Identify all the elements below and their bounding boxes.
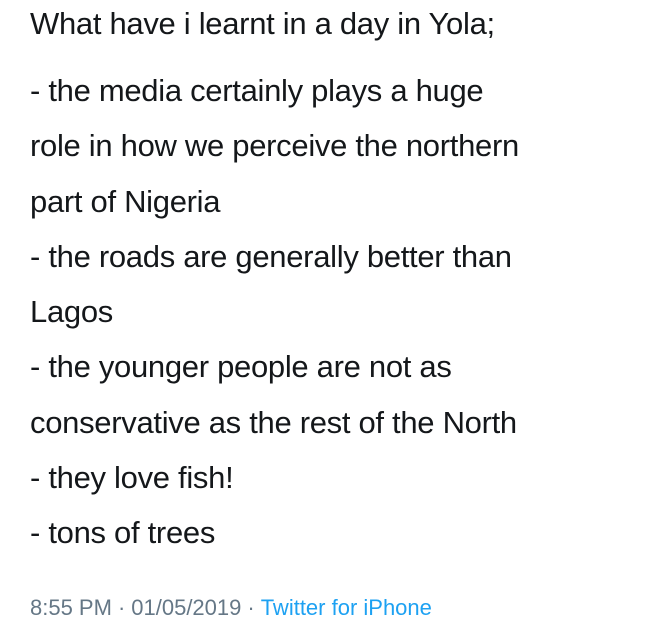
tweet-line: - they love fish! xyxy=(30,460,234,496)
tweet-heading: What have i learnt in a day in Yola; xyxy=(30,6,495,41)
tweet-text: What have i learnt in a day in Yola; - t… xyxy=(30,6,650,561)
tweet-line: Lagos xyxy=(30,294,113,330)
tweet-line: conservative as the rest of the North xyxy=(30,404,517,440)
tweet-date[interactable]: 01/05/2019 xyxy=(131,595,241,620)
tweet-source-link[interactable]: Twitter for iPhone xyxy=(261,595,432,620)
tweet-time[interactable]: 8:55 PM xyxy=(30,595,112,620)
tweet-line: part of Nigeria xyxy=(30,183,221,219)
tweet-meta: 8:55 PM · 01/05/2019 · Twitter for iPhone xyxy=(30,593,432,623)
tweet-line: role in how we perceive the northern xyxy=(30,128,519,164)
tweet-lines: - the media certainly plays a huge role … xyxy=(30,63,650,561)
meta-separator: · xyxy=(117,595,126,620)
tweet-line: - tons of trees xyxy=(30,515,216,551)
tweet-line: - the media certainly plays a huge xyxy=(30,73,484,108)
meta-separator: · xyxy=(247,595,255,620)
tweet: What have i learnt in a day in Yola; - t… xyxy=(0,0,665,640)
tweet-line: - the younger people are not as xyxy=(30,349,452,385)
tweet-line: - the roads are generally better than xyxy=(30,238,512,274)
